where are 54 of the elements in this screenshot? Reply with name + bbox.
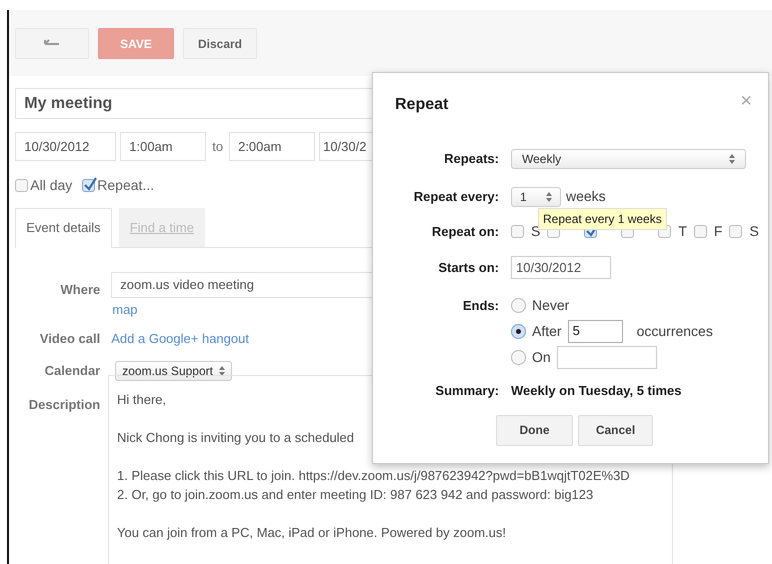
checkbox[interactable]: [729, 225, 742, 238]
start-time-field[interactable]: 1:00am: [120, 132, 206, 161]
occurrences-field[interactable]: 5: [568, 320, 623, 342]
updown-icon: [219, 366, 226, 376]
field-label: Calendar: [44, 362, 100, 380]
text-line: You can join from a PC, Mac, iPad or iPhone. Powered by zoom.us!: [117, 524, 506, 542]
tab[interactable]: Event details: [15, 208, 112, 248]
cancel-button[interactable]: Cancel: [578, 414, 653, 446]
unit-label: weeks: [566, 187, 606, 206]
checkbox[interactable]: [15, 179, 28, 192]
radio-button[interactable]: [511, 324, 526, 338]
text-line: Nick Chong is inviting you to a scheduled: [117, 429, 354, 447]
repeats-select[interactable]: Weekly: [511, 149, 746, 169]
discard-button[interactable]: Discard: [183, 28, 257, 59]
done-button[interactable]: Done: [496, 414, 573, 446]
dialog-title: Repeat: [395, 95, 448, 115]
checkbox[interactable]: [694, 225, 707, 238]
end-time-field[interactable]: 2:00am: [229, 132, 316, 161]
day-label: T: [678, 222, 687, 241]
text-line: Hi there,: [117, 391, 166, 409]
radio-button[interactable]: [511, 350, 526, 364]
checkbox[interactable]: [511, 225, 524, 238]
option-label: Never: [532, 296, 570, 314]
start-date-field[interactable]: 10/30/2012: [511, 256, 611, 279]
field-label: Video call: [38, 330, 100, 348]
tooltip: Repeat every 1 weeks: [538, 208, 667, 230]
summary-text: Weekly on Tuesday, 5 times: [511, 382, 682, 400]
calendar-select[interactable]: zoom.us Support: [115, 360, 232, 380]
field-label: Starts on:: [437, 258, 499, 277]
to-label: to: [212, 138, 224, 156]
field-label: Repeat on:: [430, 222, 499, 241]
field-label: Repeats:: [443, 150, 499, 168]
option-label: After: [532, 322, 562, 340]
interval-select[interactable]: 1: [511, 186, 561, 206]
day-label: F: [714, 222, 722, 241]
day-label: S: [749, 222, 759, 241]
option-label: On: [532, 348, 551, 366]
field-label: Description: [28, 396, 100, 414]
repeat-label: Repeat...: [97, 176, 154, 195]
updown-icon: [546, 192, 552, 202]
field-label: Ends:: [462, 297, 499, 315]
end-date-field[interactable]: [556, 346, 657, 368]
text-line: 1. Please click this URL to join. https://dev.zoom.us/j/987623942?pwd=bB1wqjtT02E%3D: [117, 467, 630, 485]
start-date-field[interactable]: 10/30/2012: [15, 132, 116, 161]
field-label: Where: [60, 280, 100, 298]
checkbox[interactable]: [82, 179, 96, 192]
unit-label: occurrences: [636, 322, 713, 340]
radio-button[interactable]: [511, 298, 526, 312]
text-line: 2. Or, go to join.zoom.us and enter meeting ID: 987 623 942 and password: big123: [117, 486, 594, 504]
field-label: Summary:: [434, 382, 499, 400]
field-label: Repeat every:: [412, 188, 499, 206]
updown-icon: [729, 154, 735, 164]
back-button[interactable]: [15, 28, 89, 59]
all-day-label: All day: [30, 176, 72, 195]
